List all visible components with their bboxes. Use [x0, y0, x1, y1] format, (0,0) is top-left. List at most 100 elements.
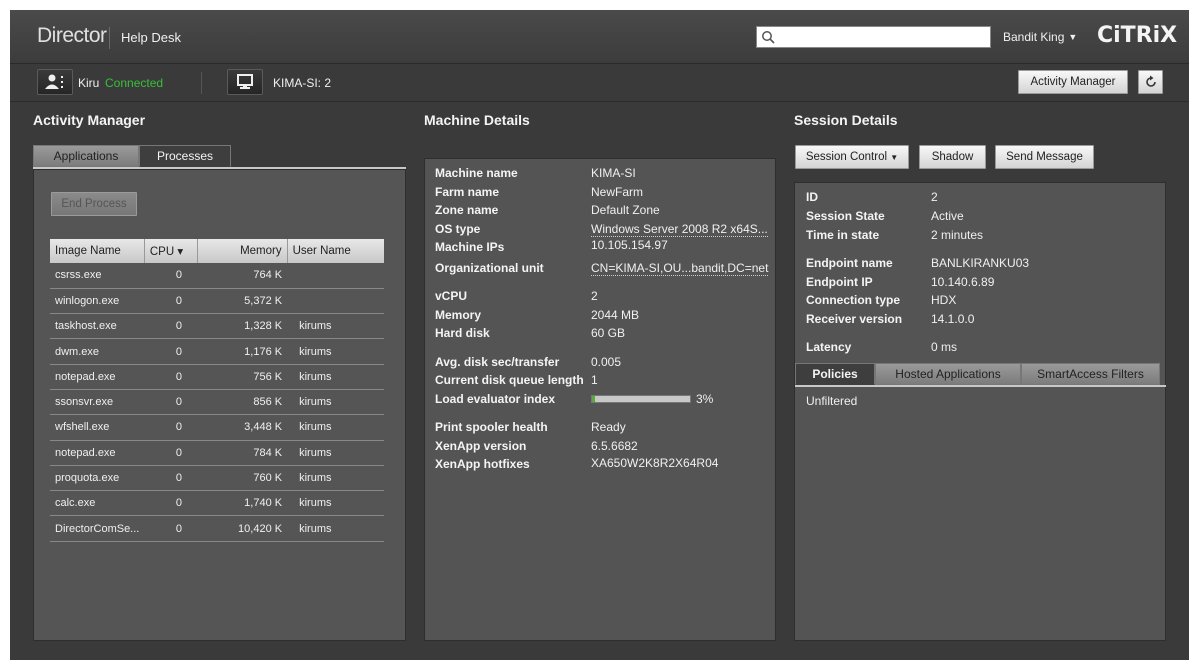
process-memory: 3,448 K	[197, 414, 288, 441]
latency-value: 0 ms	[931, 340, 958, 354]
tab-policies[interactable]: Policies	[795, 363, 875, 385]
process-cpu: 0	[144, 288, 198, 315]
refresh-button[interactable]	[1138, 70, 1163, 94]
process-user-name: kirums	[287, 414, 384, 441]
tab-applications[interactable]: Applications	[33, 145, 139, 167]
machine-session-label: KIMA-SI: 2	[273, 76, 332, 90]
end-process-button[interactable]: End Process	[51, 192, 137, 216]
memory-label: Memory	[435, 308, 482, 322]
process-memory: 784 K	[197, 440, 288, 466]
user-menu[interactable]: Bandit King ▼	[1003, 30, 1077, 44]
org-unit-value[interactable]: CN=KIMA-SI,OU...bandit,DC=net	[591, 261, 769, 276]
hard-disk-value: 60 GB	[591, 326, 626, 340]
table-row[interactable]: dwm.exe 0 1,176 Kkirums	[50, 338, 384, 365]
xenapp-hotfixes-value: XA650W2K8R2X64R04	[591, 456, 719, 470]
user-details-button[interactable]	[37, 69, 73, 95]
session-user-name: Kiru	[78, 76, 100, 90]
column-header-image-name[interactable]: Image Name	[50, 239, 145, 263]
send-message-button[interactable]: Send Message	[995, 145, 1094, 169]
process-memory: 756 K	[197, 364, 288, 390]
chevron-down-icon: ▼	[1068, 32, 1078, 42]
load-index-bar-fill	[592, 396, 595, 402]
section-title[interactable]: Help Desk	[121, 30, 181, 45]
zone-name-label: Zone name	[435, 203, 499, 217]
session-details-title: Session Details	[794, 112, 898, 128]
time-in-state-value: 2 minutes	[931, 228, 984, 242]
process-user-name: kirums	[287, 364, 384, 390]
process-image-name: calc.exe	[50, 490, 145, 517]
activity-manager-button[interactable]: Activity Manager	[1018, 70, 1128, 94]
table-row[interactable]: csrss.exe 0 764 K	[50, 263, 384, 289]
endpoint-ip-label: Endpoint IP	[806, 275, 873, 289]
table-row[interactable]: notepad.exe 0 784 Kkirums	[50, 440, 384, 466]
activity-manager-title: Activity Manager	[33, 112, 146, 128]
column-header-cpu[interactable]: CPU ▾	[144, 239, 199, 263]
process-user-name: kirums	[287, 465, 384, 492]
search-input[interactable]	[756, 26, 991, 48]
refresh-icon	[1145, 75, 1156, 87]
os-type-value[interactable]: Windows Server 2008 R2 x64S...	[591, 222, 768, 237]
xenapp-version-value: 6.5.6682	[591, 439, 638, 453]
session-control-button[interactable]: Session Control ▼	[795, 145, 909, 169]
process-user-name: kirums	[287, 338, 384, 365]
process-cpu: 0	[144, 263, 198, 289]
user-menu-label: Bandit King	[1003, 30, 1065, 44]
session-bar: Kiru Connected KIMA-SI: 2 Activity Manag…	[10, 64, 1189, 102]
process-cpu: 0	[144, 364, 198, 390]
process-image-name: notepad.exe	[50, 364, 145, 390]
tab-hosted-applications[interactable]: Hosted Applications	[875, 363, 1021, 385]
brand-title[interactable]: Director	[37, 24, 107, 48]
farm-name-label: Farm name	[435, 185, 500, 199]
session-details-panel	[794, 182, 1166, 641]
shadow-button[interactable]: Shadow	[919, 145, 986, 169]
connection-type-label: Connection type	[806, 293, 901, 307]
machine-name-label: Machine name	[435, 166, 518, 180]
session-id-label: ID	[806, 190, 818, 204]
monitor-icon	[237, 74, 253, 89]
table-row[interactable]: DirectorComSe... 0 10,420 Kkirums	[50, 515, 384, 542]
endpoint-ip-value: 10.140.6.89	[931, 275, 995, 289]
time-in-state-label: Time in state	[806, 228, 880, 242]
policies-content: Unfiltered	[806, 394, 858, 408]
table-row[interactable]: winlogon.exe 0 5,372 K	[50, 288, 384, 315]
machine-details-button[interactable]	[227, 69, 263, 95]
disk-sec-label: Avg. disk sec/transfer	[435, 355, 560, 369]
process-cpu: 0	[144, 414, 198, 441]
tab-underline	[795, 385, 1166, 387]
citrix-logo: CiTRiX	[1097, 23, 1178, 48]
brand-separator	[109, 27, 110, 49]
table-row[interactable]: ssonsvr.exe 0 856 Kkirums	[50, 389, 384, 416]
top-bar: Director Help Desk Bandit King ▼ CiTRiX	[10, 10, 1189, 64]
machine-details-title: Machine Details	[424, 112, 530, 128]
vcpu-label: vCPU	[435, 289, 468, 303]
process-memory: 1,740 K	[197, 490, 288, 517]
table-row[interactable]: calc.exe 0 1,740 Kkirums	[50, 490, 384, 517]
column-header-memory[interactable]: Memory	[197, 239, 288, 263]
os-type-label: OS type	[435, 222, 481, 236]
process-memory: 5,372 K	[197, 288, 288, 315]
process-user-name: kirums	[287, 313, 384, 340]
session-state-value: Active	[931, 209, 964, 223]
machine-ips-label: Machine IPs	[435, 240, 505, 254]
user-icon	[45, 74, 63, 89]
process-cpu: 0	[144, 515, 198, 542]
tab-processes[interactable]: Processes	[139, 145, 231, 167]
director-window: Director Help Desk Bandit King ▼ CiTRiX K…	[10, 10, 1189, 660]
table-row[interactable]: wfshell.exe 0 3,448 Kkirums	[50, 414, 384, 441]
receiver-version-label: Receiver version	[806, 312, 903, 326]
zone-name-value: Default Zone	[591, 203, 660, 217]
spooler-label: Print spooler health	[435, 420, 548, 434]
table-row[interactable]: taskhost.exe 0 1,328 Kkirums	[50, 313, 384, 340]
process-user-name: kirums	[287, 490, 384, 517]
table-row[interactable]: proquota.exe 0 760 Kkirums	[50, 465, 384, 492]
endpoint-name-label: Endpoint name	[806, 256, 893, 270]
process-table-body: csrss.exe 0 764 Kwinlogon.exe 0 5,372 Ktaskh…	[50, 263, 384, 542]
connection-type-value: HDX	[931, 293, 957, 307]
machine-name-value: KIMA-SI	[591, 166, 636, 180]
hard-disk-label: Hard disk	[435, 326, 490, 340]
table-row[interactable]: notepad.exe 0 756 Kkirums	[50, 364, 384, 390]
machine-ips-value: 10.105.154.97	[591, 238, 668, 252]
column-header-user-name[interactable]: User Name	[287, 239, 384, 263]
disk-queue-value: 1	[591, 373, 598, 387]
tab-smartaccess-filters[interactable]: SmartAccess Filters	[1021, 363, 1160, 385]
